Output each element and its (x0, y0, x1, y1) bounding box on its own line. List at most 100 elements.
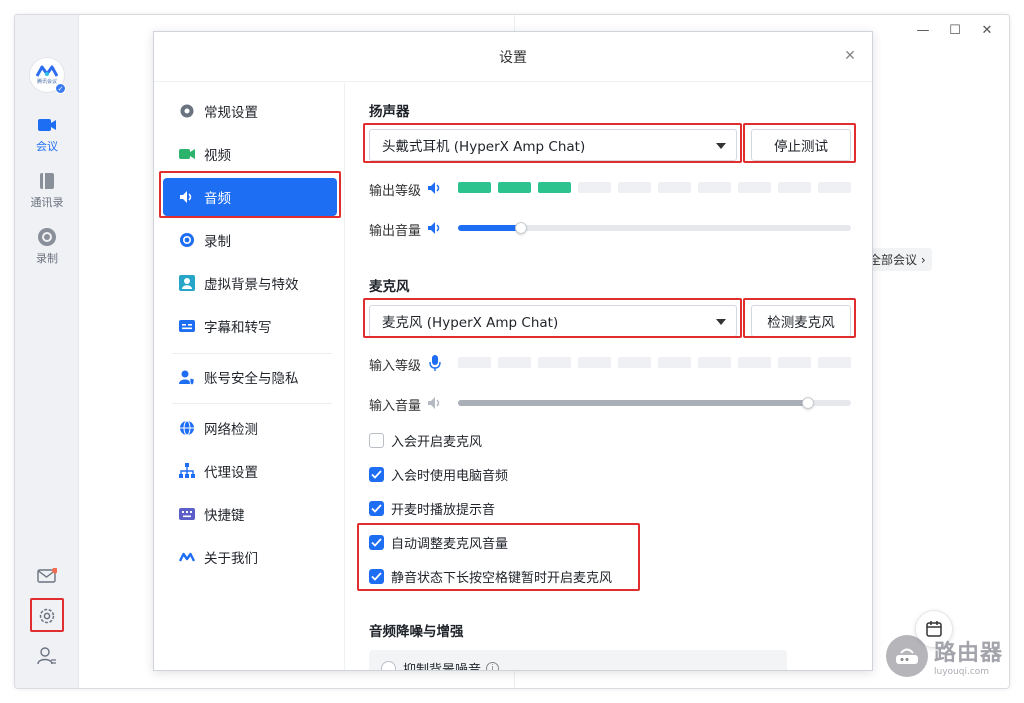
sidebar-item-audio[interactable]: 音频 (163, 178, 337, 216)
noise-section-title: 音频降噪与增强 (369, 624, 464, 640)
checkbox[interactable] (369, 433, 384, 448)
level-segment (818, 182, 851, 193)
nav-item-meetings[interactable]: 会议 (15, 115, 79, 154)
logo-text: 腾讯会议 (36, 79, 57, 85)
speaker-volume-icon (427, 220, 443, 236)
sidebar-item-captions[interactable]: 字幕和转写 (163, 307, 337, 345)
speaker-device-value: 头戴式耳机 (HyperX Amp Chat) (382, 139, 586, 155)
level-segment (578, 182, 611, 193)
account-badge-icon: ✓ (55, 83, 66, 94)
checkbox[interactable] (369, 501, 384, 516)
sidebar-item-virtual-background[interactable]: 虚拟背景与特效 (163, 264, 337, 302)
level-segment (698, 357, 731, 368)
option-play-unmute-sound[interactable]: 开麦时播放提示音 (369, 499, 495, 518)
sidebar-item-proxy[interactable]: 代理设置 (163, 452, 337, 490)
speaker-muted-volume-icon (427, 395, 443, 411)
sidebar-label-virtual-background: 虚拟背景与特效 (204, 277, 299, 293)
microphone-device-value: 麦克风 (HyperX Amp Chat) (382, 315, 559, 331)
gear-icon (39, 608, 55, 624)
option-enable-mic-on-join[interactable]: 入会开启麦克风 (369, 431, 482, 450)
close-window-button[interactable]: ✕ (971, 19, 1003, 41)
sidebar-label-about: 关于我们 (204, 551, 258, 567)
output-volume-slider[interactable] (458, 222, 851, 234)
speaker-level-icon (427, 180, 443, 196)
all-meetings-link[interactable]: 全部会议 › (863, 248, 932, 271)
checkbox[interactable] (369, 467, 384, 482)
level-segment (618, 357, 651, 368)
option-use-computer-audio[interactable]: 入会时使用电脑音频 (369, 465, 508, 484)
level-segment (498, 357, 531, 368)
noise-options-panel: 抑制背景噪音 i (369, 650, 787, 671)
sidebar-label-proxy: 代理设置 (204, 465, 258, 481)
level-segment (698, 182, 731, 193)
settings-dialog: 设置 ✕ 常规设置 视频 音频 录制 虚拟背景与特效 字幕和转写 账号安全与隐私… (153, 31, 873, 671)
contacts-book-icon (37, 171, 57, 191)
audio-settings-panel: 扬声器 头戴式耳机 (HyperX Amp Chat) 停止测试 输出等级 输出… (346, 83, 872, 670)
record-icon (179, 232, 195, 248)
info-icon[interactable]: i (486, 662, 500, 670)
sidebar-item-account-security[interactable]: 账号安全与隐私 (163, 358, 337, 396)
network-tree-icon (179, 463, 195, 479)
maximize-button[interactable]: ☐ (939, 19, 971, 41)
globe-icon (179, 420, 195, 436)
test-microphone-button[interactable]: 检测麦克风 (751, 305, 851, 337)
sidebar-label-captions: 字幕和转写 (204, 320, 272, 336)
sidebar-item-video[interactable]: 视频 (163, 135, 337, 173)
microphone-section-title: 麦克风 (369, 279, 410, 295)
level-segment (498, 182, 531, 193)
record-icon (37, 227, 57, 247)
settings-button[interactable] (35, 604, 59, 628)
microphone-device-select[interactable]: 麦克风 (HyperX Amp Chat) (369, 305, 737, 337)
option-suppress-background-noise[interactable]: 抑制背景噪音 i (381, 659, 500, 671)
speaker-icon (179, 189, 195, 205)
watermark-text: 路由器 luyouqi.com (934, 635, 1003, 677)
option-label: 自动调整麦克风音量 (391, 537, 509, 552)
minimize-button[interactable]: — (907, 19, 939, 41)
radio-button[interactable] (381, 661, 396, 670)
speaker-device-select[interactable]: 头戴式耳机 (HyperX Amp Chat) (369, 129, 737, 161)
output-level-label: 输出等级 (369, 184, 422, 199)
option-label: 静音状态下长按空格键暂时开启麦克风 (391, 571, 613, 586)
input-volume-thumb[interactable] (801, 397, 814, 409)
output-volume-thumb[interactable] (514, 222, 527, 234)
sidebar-item-general[interactable]: 常规设置 (163, 92, 337, 130)
level-segment (818, 357, 851, 368)
mail-button[interactable] (35, 564, 59, 588)
user-switch-icon (37, 647, 56, 665)
mail-icon (37, 568, 57, 583)
sidebar-item-shortcuts[interactable]: 快捷键 (163, 495, 337, 533)
nav-label-contacts: 通讯录 (30, 196, 64, 209)
checkbox[interactable] (369, 535, 384, 550)
option-label: 开麦时播放提示音 (391, 503, 496, 518)
option-auto-adjust-mic-volume[interactable]: 自动调整麦克风音量 (369, 533, 508, 552)
sidebar-label-video: 视频 (204, 148, 231, 164)
nav-item-contacts[interactable]: 通讯录 (15, 171, 79, 210)
level-segment (778, 182, 811, 193)
stop-test-button[interactable]: 停止测试 (751, 129, 851, 161)
speaker-section-title: 扬声器 (369, 104, 410, 120)
window-controls: — ☐ ✕ (907, 19, 1003, 41)
microphone-icon (427, 355, 443, 371)
level-segment (738, 182, 771, 193)
sidebar-item-about[interactable]: 关于我们 (163, 538, 337, 576)
input-level-meter (458, 357, 851, 368)
output-volume-fill (458, 225, 521, 231)
portrait-icon (179, 275, 195, 291)
level-segment (578, 357, 611, 368)
input-volume-fill (458, 400, 808, 406)
watermark: 路由器 luyouqi.com (886, 628, 1006, 684)
sidebar-item-recording[interactable]: 录制 (163, 221, 337, 259)
profile-button[interactable] (35, 644, 59, 668)
sidebar-item-network-test[interactable]: 网络检测 (163, 409, 337, 447)
gear-icon (179, 103, 195, 119)
checkbox[interactable] (369, 569, 384, 584)
close-icon[interactable]: ✕ (842, 48, 858, 64)
option-hold-space-to-unmute[interactable]: 静音状态下长按空格键暂时开启麦克风 (369, 567, 612, 586)
option-label: 抑制背景噪音 (403, 663, 482, 671)
sidebar-label-network-test: 网络检测 (204, 422, 258, 438)
input-volume-slider[interactable] (458, 397, 851, 409)
dialog-title: 设置 (154, 32, 872, 82)
nav-item-recordings[interactable]: 录制 (15, 227, 79, 266)
level-segment (538, 357, 571, 368)
app-logo[interactable]: 腾讯会议 ✓ (29, 57, 66, 94)
